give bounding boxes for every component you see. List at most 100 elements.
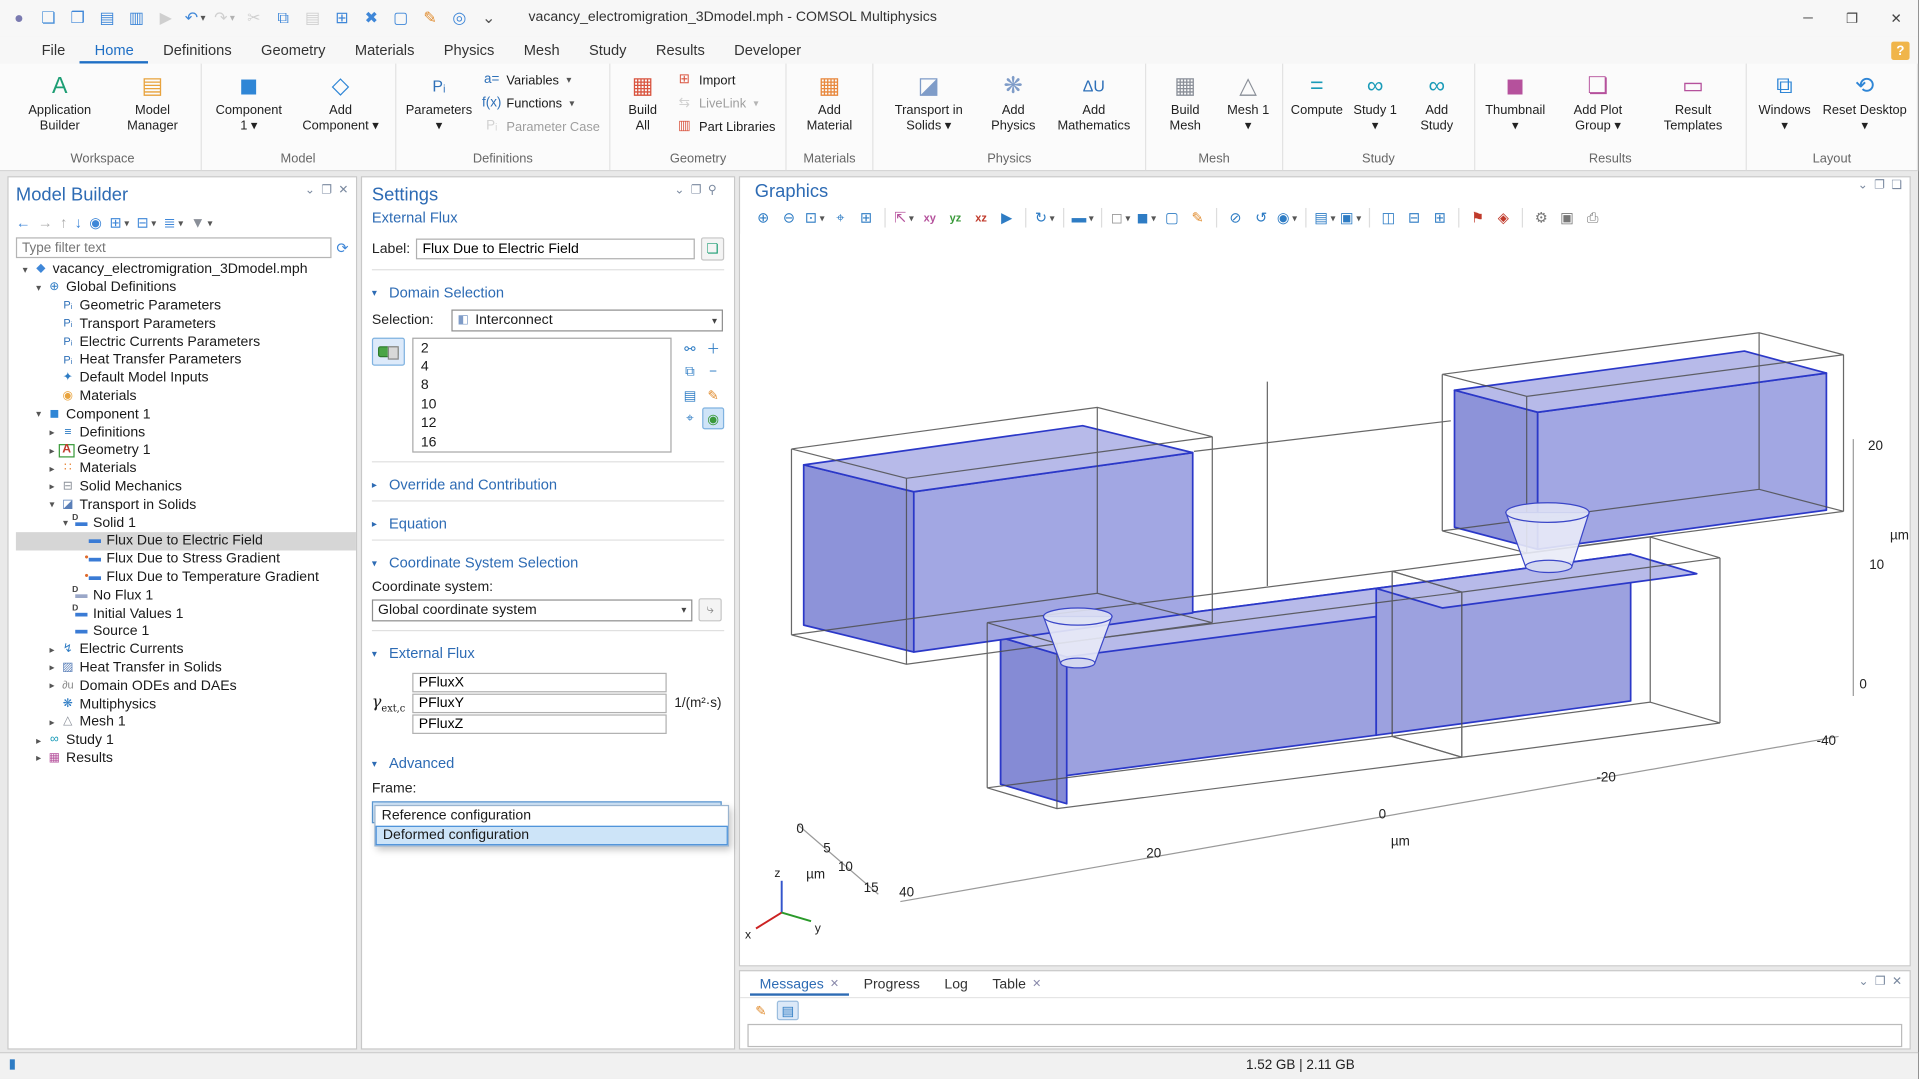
chevron-right-icon[interactable]: ▸ xyxy=(45,427,58,438)
split-horizontal-icon[interactable]: ◫ xyxy=(1377,207,1399,229)
view-xy-icon[interactable]: xy xyxy=(919,207,941,229)
section-domain-selection[interactable]: ▾ Domain Selection xyxy=(372,283,724,303)
tab-progress[interactable]: Progress xyxy=(854,973,930,995)
ribbon-button-compute[interactable]: =Compute xyxy=(1289,66,1344,149)
domain-selection-list[interactable]: 248101216 xyxy=(412,338,671,453)
ribbon-button-mesh-1[interactable]: △Mesh 1 ▾ xyxy=(1221,66,1276,149)
frame-option[interactable]: Reference configuration xyxy=(376,806,728,826)
chevron-right-icon[interactable]: ▸ xyxy=(45,463,58,474)
remove-from-selection-icon[interactable]: − xyxy=(702,361,724,383)
chevron-right-icon[interactable]: ▸ xyxy=(32,753,45,764)
chevron-down-icon[interactable]: ▾ xyxy=(18,264,31,275)
tree-row[interactable]: ▸∷Materials xyxy=(16,460,356,478)
menu-tab-physics[interactable]: Physics xyxy=(429,37,509,64)
print-icon[interactable]: ⎙ xyxy=(1582,207,1604,229)
select-entities-icon[interactable]: ▢ xyxy=(1161,207,1183,229)
close-tab-icon[interactable]: ✕ xyxy=(830,977,839,990)
selection-list-item[interactable]: 10 xyxy=(413,395,670,414)
zoom-to-window-icon[interactable]: ⊞ xyxy=(855,207,877,229)
tree-row[interactable]: ▾◆vacancy_electromigration_3Dmodel.mph xyxy=(16,261,356,279)
tree-row[interactable]: ▸∞Study 1 xyxy=(16,731,356,749)
rename-icon[interactable]: ❏ xyxy=(701,237,724,260)
section-override[interactable]: ▸ Override and Contribution xyxy=(372,475,724,495)
zoom-box-icon[interactable]: ⊡▾ xyxy=(804,207,826,229)
selection-list-item[interactable]: 12 xyxy=(413,414,670,433)
camera-movie-icon[interactable]: ▶ xyxy=(996,207,1018,229)
run-icon[interactable]: ▶ xyxy=(152,4,180,32)
save-copy-icon[interactable]: ▥ xyxy=(122,4,150,32)
ribbon-button-add-physics[interactable]: ❋Add Physics xyxy=(980,66,1046,149)
view-yz-icon[interactable]: yz xyxy=(944,207,966,229)
ribbon-button-part-libraries[interactable]: ▥Part Libraries xyxy=(671,116,779,137)
selection-mode-icon[interactable]: ▬▾ xyxy=(1072,207,1094,229)
chevron-right-icon[interactable]: ▸ xyxy=(45,481,58,492)
open-file-icon[interactable]: ❒ xyxy=(64,4,92,32)
paste-icon[interactable]: ▤ xyxy=(298,4,326,32)
ribbon-button-add-study[interactable]: ∞Add Study xyxy=(1406,66,1468,149)
chevron-right-icon[interactable]: ▸ xyxy=(45,680,58,691)
external-flux-input-y[interactable] xyxy=(413,694,667,714)
selection-combo[interactable]: ◧ Interconnect ▾ xyxy=(451,309,723,331)
tree-row[interactable]: ▸⊟Solid Mechanics xyxy=(16,478,356,496)
mb-panel-menu-icon[interactable]: ⌄ xyxy=(305,185,315,197)
selection-list-item[interactable]: 2 xyxy=(413,339,670,358)
active-toggle[interactable] xyxy=(372,338,405,366)
selection-list-item[interactable]: 4 xyxy=(413,358,670,377)
deselect-brush-icon[interactable]: ✎ xyxy=(702,384,724,406)
ribbon-button-transport-in-solids[interactable]: ◪Transport in Solids ▾ xyxy=(880,66,978,149)
collapse-all-icon[interactable]: ⊟▾ xyxy=(136,215,156,230)
selection-list-item[interactable]: 8 xyxy=(413,377,670,396)
ribbon-button-application-builder[interactable]: AApplication Builder xyxy=(11,66,109,149)
menu-tab-file[interactable]: File xyxy=(27,37,80,64)
create-selection-icon[interactable]: ⚯ xyxy=(679,338,701,360)
section-coordinate-system[interactable]: ▾ Coordinate System Selection xyxy=(372,553,724,573)
tree-row[interactable]: ❋Multiphysics xyxy=(16,695,356,713)
tree-row[interactable]: PᵢElectric Currents Parameters xyxy=(16,333,356,351)
minimize-button[interactable]: ─ xyxy=(1786,0,1830,37)
filter-icon[interactable]: ▼▾ xyxy=(190,215,212,230)
tile-windows-icon[interactable]: ⊞ xyxy=(1429,207,1451,229)
menu-tab-geometry[interactable]: Geometry xyxy=(246,37,340,64)
settings-pin-panel-icon[interactable]: ⚲ xyxy=(708,185,717,197)
tree-row[interactable]: PᵢHeat Transfer Parameters xyxy=(16,351,356,369)
ribbon-button-add-plot-group[interactable]: ❏Add Plot Group ▾ xyxy=(1552,66,1644,149)
show-options-icon[interactable]: ◉ xyxy=(89,215,102,230)
snapshot-camera-icon[interactable]: ▣ xyxy=(1556,207,1578,229)
paste-selection-icon[interactable]: ▤ xyxy=(679,384,701,406)
ribbon-button-study-1[interactable]: ∞Study 1 ▾ xyxy=(1347,66,1404,149)
customize-quick-access-icon[interactable]: ⌄ xyxy=(475,4,503,32)
chevron-right-icon[interactable]: ▸ xyxy=(32,735,45,746)
move-up-icon[interactable]: ↑ xyxy=(60,215,67,230)
ribbon-button-add-component[interactable]: ◇Add Component ▾ xyxy=(293,66,389,149)
ribbon-button-model-manager[interactable]: ▤Model Manager xyxy=(111,66,194,149)
ribbon-button-result-templates[interactable]: ▭Result Templates xyxy=(1647,66,1740,149)
tree-row[interactable]: ◉Materials xyxy=(16,387,356,405)
ribbon-button-add-mathematics[interactable]: ΔUAdd Mathematics xyxy=(1049,66,1139,149)
comsol-logo-icon[interactable]: ● xyxy=(5,4,33,32)
transparency-icon[interactable]: ◼▾ xyxy=(1135,207,1157,229)
tree-row[interactable]: ▸▨Heat Transfer in Solids xyxy=(16,659,356,677)
maximize-button[interactable]: ❐ xyxy=(1830,0,1874,37)
rotate-view-icon[interactable]: ↻▾ xyxy=(1034,207,1056,229)
menu-tab-definitions[interactable]: Definitions xyxy=(148,37,246,64)
tree-row[interactable]: ▬Source 1 xyxy=(16,623,356,641)
menu-tab-home[interactable]: Home xyxy=(80,37,149,64)
undo-icon[interactable]: ↶▾ xyxy=(181,4,209,32)
cut-icon[interactable]: ✂ xyxy=(240,4,268,32)
menu-tab-materials[interactable]: Materials xyxy=(340,37,429,64)
tab-messages[interactable]: Messages✕ xyxy=(750,973,849,995)
settings-panel-menu-icon[interactable]: ⌄ xyxy=(674,185,684,197)
messages-close-panel-icon[interactable]: ✕ xyxy=(1892,976,1902,988)
new-file-icon[interactable]: ❏ xyxy=(34,4,62,32)
selection-color-icon[interactable]: ◈ xyxy=(1492,207,1514,229)
frame-option[interactable]: Deformed configuration xyxy=(376,826,728,846)
view-visibility-icon[interactable]: ◉▾ xyxy=(1276,207,1298,229)
chevron-down-icon[interactable]: ▾ xyxy=(32,282,45,293)
close-button[interactable]: ✕ xyxy=(1874,0,1918,37)
ribbon-button-component-1[interactable]: ◼Component 1 ▾ xyxy=(208,66,291,149)
section-advanced[interactable]: ▾ Advanced xyxy=(372,754,724,774)
copy-selection-icon[interactable]: ⧉ xyxy=(679,361,701,383)
ribbon-button-parameter-case[interactable]: PᵢParameter Case xyxy=(478,116,603,137)
tree-row[interactable]: ▬●Flux Due to Temperature Gradient xyxy=(16,568,356,586)
close-tab-icon[interactable]: ✕ xyxy=(1032,977,1041,990)
